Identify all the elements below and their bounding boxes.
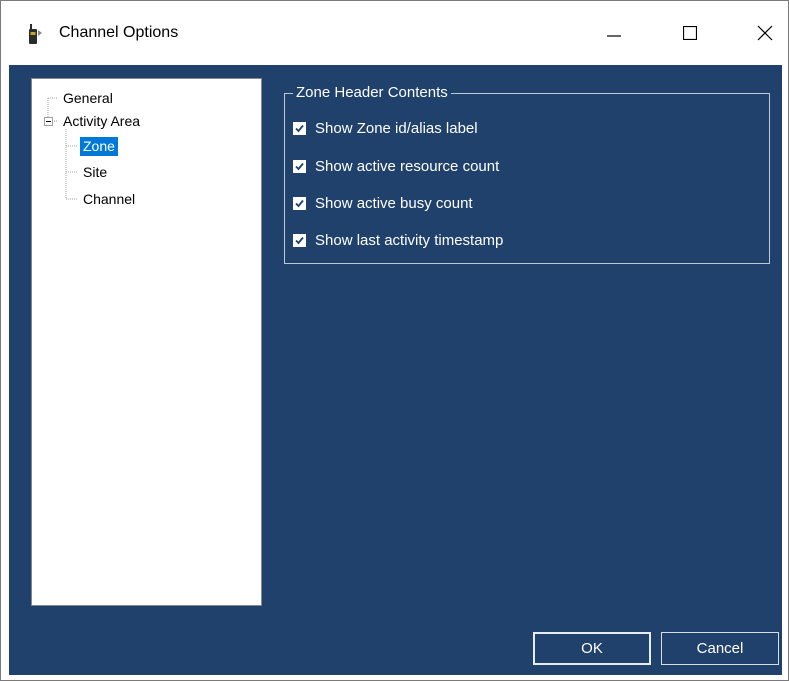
close-icon <box>757 25 773 41</box>
option-show-zone-alias-label[interactable]: Show Zone id/alias label <box>293 117 478 139</box>
collapse-activity-area-icon[interactable] <box>44 117 53 126</box>
checkbox-checked-icon[interactable] <box>293 159 306 173</box>
tree-item-label: General <box>63 90 113 106</box>
cancel-button[interactable]: Cancel <box>661 632 779 665</box>
options-tree-view[interactable]: General Activity Area Zone Site Channel <box>31 78 262 606</box>
title-bar[interactable]: Channel Options <box>1 1 788 65</box>
tree-item-activity-area[interactable]: Activity Area <box>60 111 143 131</box>
dialog-client-area: General Activity Area Zone Site Channel … <box>9 65 782 675</box>
tree-item-channel[interactable]: Channel <box>80 189 138 209</box>
option-label: Show active resource count <box>315 157 500 175</box>
window-title: Channel Options <box>59 24 179 41</box>
option-label: Show Zone id/alias label <box>315 119 478 137</box>
option-show-active-resource-count[interactable]: Show active resource count <box>293 155 499 177</box>
tree-item-label: Channel <box>83 191 136 207</box>
tree-item-site[interactable]: Site <box>80 162 110 182</box>
channel-options-window: Channel Options General Activity Area Zo… <box>0 0 789 681</box>
maximize-icon <box>683 26 697 40</box>
checkbox-checked-icon[interactable] <box>293 233 306 247</box>
option-label: Show active busy count <box>315 194 473 212</box>
tree-item-label: Activity Area <box>63 113 141 129</box>
tree-item-label: Zone <box>80 137 118 156</box>
handheld-radio-icon <box>25 23 43 45</box>
maximize-button[interactable] <box>667 11 713 55</box>
checkbox-checked-icon[interactable] <box>293 121 306 135</box>
tree-item-general[interactable]: General <box>60 88 116 108</box>
option-show-last-activity-timestamp[interactable]: Show last activity timestamp <box>293 229 503 251</box>
option-label: Show last activity timestamp <box>315 231 504 249</box>
minimize-button[interactable] <box>591 11 637 55</box>
close-button[interactable] <box>742 11 788 55</box>
ok-button[interactable]: OK <box>533 632 651 665</box>
minimize-icon <box>607 26 621 40</box>
zone-header-contents-group: Zone Header Contents Show Zone id/alias … <box>284 84 770 264</box>
option-show-active-busy-count[interactable]: Show active busy count <box>293 192 473 214</box>
group-title: Zone Header Contents <box>293 84 451 102</box>
checkbox-checked-icon[interactable] <box>293 196 306 210</box>
tree-item-zone[interactable]: Zone <box>80 136 118 156</box>
tree-item-label: Site <box>83 164 108 180</box>
